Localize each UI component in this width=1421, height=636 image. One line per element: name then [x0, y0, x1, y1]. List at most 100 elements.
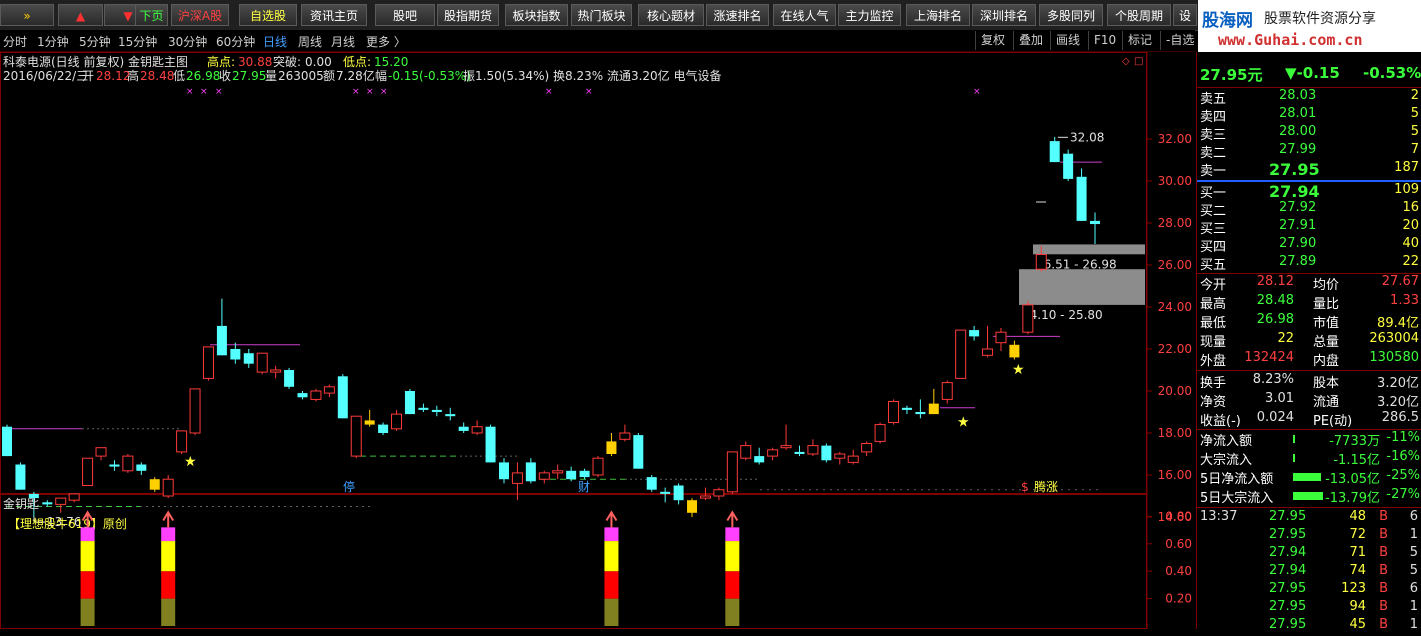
signal-bar: [80, 541, 95, 572]
signal-bar: [604, 527, 619, 542]
sell-level-label: 卖二: [1200, 146, 1227, 161]
fin-label: 流通: [1313, 395, 1340, 410]
candle-body: [660, 491, 671, 494]
sub-legend: 【理想股牛619】原创: [8, 516, 127, 531]
candle-body: [955, 329, 967, 379]
toolbar-button-13[interactable]: 在线人气: [773, 4, 836, 26]
sell-volume: 7: [1410, 142, 1419, 157]
tick-time: 13:37: [1200, 509, 1238, 524]
toolbar-button-1[interactable]: ▲: [58, 4, 103, 26]
toolbar-button-5[interactable]: 自选股: [239, 4, 297, 26]
y-tick: 30.00: [1158, 174, 1192, 188]
kline-chart[interactable]: 32.00 30.00 28.00 26.00 24.00 22.00 20.00 18.00…: [0, 52, 1195, 629]
period-tool-2[interactable]: 画线: [1050, 31, 1085, 50]
candle-body: [471, 426, 483, 434]
candle-body: [337, 376, 348, 419]
sell-row: 卖三 28.00 5: [1197, 124, 1421, 143]
toolbar-button-7[interactable]: 股吧: [375, 4, 435, 26]
candle-body: [821, 445, 832, 461]
up-arrow-icon: [726, 510, 739, 528]
toolbar-button-9[interactable]: 板块指数: [505, 4, 568, 26]
fin-row: 收益(-) 0.024 PE(动) 286.5: [1197, 410, 1421, 429]
candle-body: [699, 495, 711, 499]
candle-body: [754, 456, 765, 463]
fin-value: 0.024: [1256, 410, 1294, 425]
candle-body: [982, 348, 994, 356]
candle-body: [216, 325, 227, 356]
period-tool-3[interactable]: F10: [1088, 31, 1121, 50]
period-0[interactable]: 分时: [3, 33, 27, 50]
period-9[interactable]: 更多 〉: [366, 33, 406, 50]
stat-label: 均价: [1313, 278, 1340, 293]
signal-bar: [161, 541, 176, 572]
toolbar-button-10[interactable]: 热门板块: [571, 4, 632, 26]
period-5[interactable]: 60分钟: [216, 33, 255, 50]
tick-count: 1: [1409, 617, 1418, 632]
zone-lower-label: 24.10 - 25.80: [1022, 308, 1103, 322]
tick-price: 27.94: [1269, 545, 1307, 560]
x-marker: ×: [200, 87, 208, 97]
candle-body: [1009, 344, 1020, 358]
flow-row: 净流入额 -7733万 -11%: [1197, 430, 1421, 449]
zone-upper-label: 26.51 - 26.98: [1036, 257, 1117, 271]
toolbar-button-3[interactable]: 下页: [135, 4, 168, 26]
period-6[interactable]: 日线: [263, 33, 287, 50]
candle-body: [391, 413, 403, 430]
sell-price: 27.99: [1279, 142, 1317, 157]
tick-side: B: [1379, 509, 1388, 524]
toolbar-button-16[interactable]: 深圳排名: [972, 4, 1036, 26]
stat-row: 今开 28.12 均价 27.67: [1197, 274, 1421, 293]
candle-body: [256, 352, 268, 373]
toolbar-button-11[interactable]: 核心题材: [638, 4, 704, 26]
zone-lower: [1019, 269, 1145, 305]
stat-value: 22: [1277, 331, 1294, 346]
toolbar-button-18[interactable]: 个股周期: [1107, 4, 1171, 26]
period-tool-4[interactable]: 标记: [1122, 31, 1157, 50]
signal-bar: [725, 571, 740, 599]
buy-volume: 22: [1402, 254, 1419, 269]
buy-level-label: 买三: [1200, 222, 1227, 237]
candle-body: [1049, 141, 1060, 163]
candle-body: [458, 426, 469, 431]
high-point-value: 30.88: [238, 55, 272, 69]
candle-body: [42, 502, 53, 505]
period-4[interactable]: 30分钟: [168, 33, 207, 50]
period-tool-5[interactable]: -自选: [1160, 31, 1199, 50]
period-3[interactable]: 15分钟: [118, 33, 157, 50]
toolbar-button-12[interactable]: 涨速排名: [706, 4, 769, 26]
candle-body: [109, 464, 120, 467]
candle-body: [149, 479, 160, 490]
flow-pct: -16%: [1386, 449, 1420, 464]
flow-row: 5日大宗流入 -13.79亿 -27%: [1197, 487, 1421, 506]
max-price-label: 32.08: [1070, 130, 1104, 144]
flow-label: 5日大宗流入: [1200, 491, 1274, 506]
y-tick: 32.00: [1158, 132, 1192, 146]
toolbar-button-0[interactable]: »: [0, 4, 54, 26]
period-7[interactable]: 周线: [298, 33, 322, 50]
period-tool-0[interactable]: 复权: [975, 31, 1010, 50]
flow-value: -7733万: [1329, 434, 1380, 449]
period-8[interactable]: 月线: [331, 33, 355, 50]
toolbar-button-6[interactable]: 资讯主页: [301, 4, 367, 26]
candle-body: [15, 464, 26, 490]
period-1[interactable]: 1分钟: [37, 33, 69, 50]
candle-body: [270, 369, 282, 373]
toolbar-button-4[interactable]: 沪深A股: [171, 4, 229, 26]
candle-body: [969, 330, 980, 337]
candle-body: [350, 415, 362, 457]
fin-label: 股本: [1313, 376, 1340, 391]
candle-body: [310, 390, 322, 400]
tick-side: B: [1379, 527, 1388, 542]
fin-value: 286.5: [1381, 410, 1419, 425]
toolbar-button-14[interactable]: 主力监控: [838, 4, 901, 26]
star-icon: ★: [184, 454, 197, 470]
x-marker: ×: [186, 87, 194, 97]
period-tool-1[interactable]: 叠加: [1013, 31, 1048, 50]
toolbar-button-15[interactable]: 上海排名: [906, 4, 970, 26]
toolbar-button-17[interactable]: 多股同列: [1039, 4, 1103, 26]
period-2[interactable]: 5分钟: [79, 33, 111, 50]
toolbar-button-19[interactable]: 设: [1173, 4, 1197, 26]
toolbar-button-8[interactable]: 股指期货: [437, 4, 499, 26]
y-tick: 22.00: [1158, 342, 1192, 356]
y-tick: 28.00: [1158, 216, 1192, 230]
